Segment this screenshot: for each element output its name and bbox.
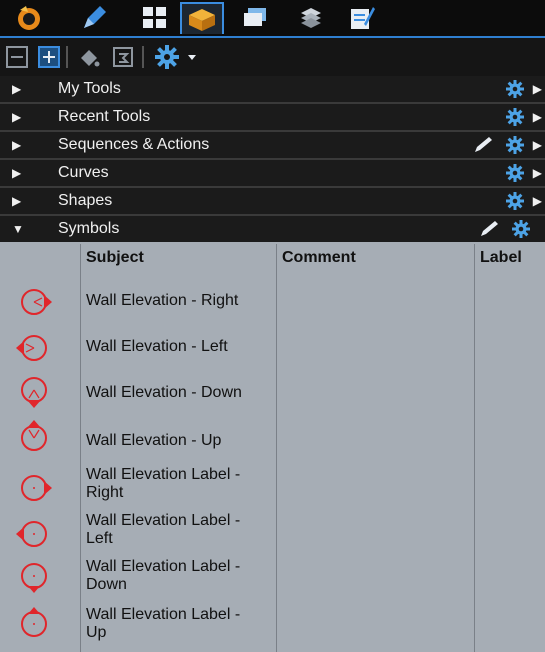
table-row[interactable]: Wall Elevation Label - Left	[0, 508, 545, 554]
expand-arrow-icon[interactable]: ▶	[12, 160, 21, 186]
gear-icon[interactable]	[505, 107, 525, 127]
grid-icon	[143, 7, 166, 28]
find-icon[interactable]	[112, 46, 134, 68]
wall-elevation-right-icon	[21, 289, 52, 315]
section-recent-tools[interactable]: ▶ Recent Tools ▶	[0, 104, 545, 132]
pen-icon	[84, 6, 106, 28]
expand-arrow-icon[interactable]: ▶	[12, 132, 21, 158]
table-row[interactable]: Wall Elevation Label - Down	[0, 554, 545, 600]
wall-elevation-left-icon	[16, 335, 47, 361]
column-header-label[interactable]: Label	[480, 249, 522, 267]
menu-arrow-icon[interactable]: ▶	[533, 76, 542, 102]
gear-icon[interactable]	[505, 79, 525, 99]
section-curves[interactable]: ▶ Curves ▶	[0, 160, 545, 188]
symbols-table: Subject Comment Label Wall Elevation - R…	[0, 244, 545, 652]
row-subject: Wall Elevation Label - Up	[86, 606, 241, 641]
tab-thumbnails[interactable]	[130, 2, 180, 34]
row-subject: Wall Elevation - Right	[86, 292, 239, 309]
section-label: Recent Tools	[58, 108, 151, 125]
toolchest-toolbar	[0, 38, 545, 76]
wall-elevation-label-right-icon	[21, 475, 52, 501]
section-symbols[interactable]: ▼ Symbols	[0, 216, 545, 242]
tab-logo[interactable]	[4, 2, 54, 34]
column-header-comment[interactable]: Comment	[282, 249, 356, 267]
section-label: My Tools	[58, 80, 121, 97]
edit-pencil-icon[interactable]	[473, 136, 495, 154]
section-shapes[interactable]: ▶ Shapes ▶	[0, 188, 545, 216]
dropdown-arrow-icon[interactable]	[186, 52, 198, 62]
row-subject: Wall Elevation - Left	[86, 338, 228, 355]
tab-layers[interactable]	[230, 2, 280, 34]
wall-elevation-up-icon	[21, 420, 47, 451]
toolset-sections: ▶ My Tools ▶ ▶ Recent Tools ▶ ▶ Sequence…	[0, 76, 545, 242]
gear-icon[interactable]	[505, 163, 525, 183]
notepad-icon	[351, 7, 375, 29]
row-subject: Wall Elevation Label - Right	[86, 466, 241, 501]
wall-elevation-down-icon	[21, 377, 47, 408]
wall-elevation-label-left-icon	[16, 521, 47, 547]
tab-properties[interactable]	[336, 2, 386, 34]
edit-pencil-icon[interactable]	[479, 220, 501, 238]
menu-arrow-icon[interactable]: ▶	[533, 132, 542, 158]
toolbar-divider	[142, 46, 144, 68]
tab-stack[interactable]	[286, 2, 336, 34]
table-row[interactable]: Wall Elevation Label - Up	[0, 600, 545, 646]
tab-toolchest[interactable]	[180, 2, 224, 34]
gear-icon[interactable]	[505, 191, 525, 211]
table-row[interactable]: Wall Elevation - Left	[0, 324, 545, 370]
panel-tab-bar	[0, 0, 545, 38]
row-subject: Wall Elevation Label - Down	[86, 558, 241, 593]
collapse-arrow-icon[interactable]: ▼	[12, 216, 24, 242]
gear-icon[interactable]	[505, 135, 525, 155]
gear-icon[interactable]	[511, 219, 531, 239]
app-logo-icon	[18, 6, 40, 30]
row-subject: Wall Elevation - Up	[86, 432, 222, 449]
menu-arrow-icon[interactable]: ▶	[533, 188, 542, 214]
expand-arrow-icon[interactable]: ▶	[12, 188, 21, 214]
toolbox-icon	[189, 9, 215, 31]
layers-icon	[244, 8, 266, 26]
row-subject: Wall Elevation Label - Left	[86, 512, 241, 547]
table-row[interactable]: Wall Elevation Label - Right	[0, 462, 545, 508]
expand-all-icon[interactable]	[38, 46, 60, 68]
section-my-tools[interactable]: ▶ My Tools ▶	[0, 76, 545, 104]
toolbar-divider	[66, 46, 68, 68]
menu-arrow-icon[interactable]: ▶	[533, 160, 542, 186]
menu-arrow-icon[interactable]: ▶	[533, 104, 542, 130]
section-label: Curves	[58, 164, 109, 181]
settings-gear-icon[interactable]	[154, 44, 180, 70]
table-row[interactable]: Wall Elevation - Up	[0, 416, 545, 462]
table-row[interactable]: Wall Elevation - Down	[0, 370, 545, 416]
section-label: Symbols	[58, 220, 120, 237]
table-row[interactable]: Wall Elevation - Right	[0, 278, 545, 324]
row-subject: Wall Elevation - Down	[86, 384, 242, 401]
section-sequences-actions[interactable]: ▶ Sequences & Actions ▶	[0, 132, 545, 160]
tab-markup[interactable]	[68, 2, 118, 34]
collapse-all-icon[interactable]	[6, 46, 28, 68]
expand-arrow-icon[interactable]: ▶	[12, 104, 21, 130]
stack-icon	[301, 8, 321, 28]
wall-elevation-label-down-icon	[21, 563, 47, 593]
section-label: Sequences & Actions	[58, 136, 210, 153]
expand-arrow-icon[interactable]: ▶	[12, 76, 21, 102]
wall-elevation-label-up-icon	[21, 607, 47, 637]
section-label: Shapes	[58, 192, 113, 209]
column-header-subject[interactable]: Subject	[86, 249, 144, 267]
bucket-icon[interactable]	[78, 46, 100, 68]
